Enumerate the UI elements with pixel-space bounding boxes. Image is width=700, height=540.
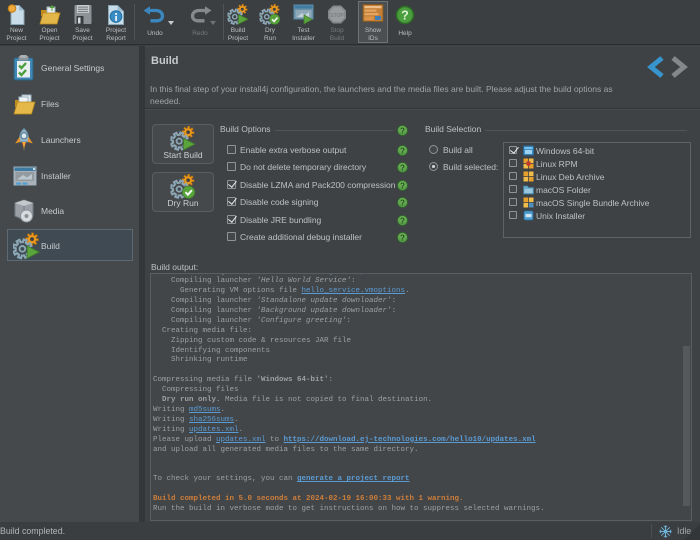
- svg-text:?: ?: [401, 9, 409, 23]
- svg-text:STOP: STOP: [330, 13, 344, 19]
